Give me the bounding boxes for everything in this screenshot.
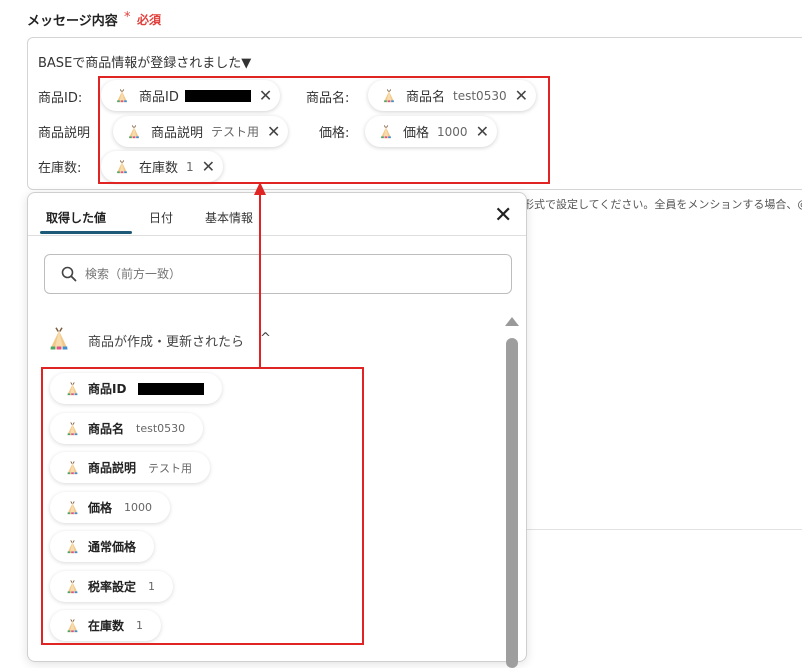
scrollbar-thumb[interactable] bbox=[506, 338, 518, 668]
tab-acquired-values[interactable]: 取得した値 bbox=[46, 209, 106, 226]
tab-divider bbox=[28, 235, 526, 236]
search-box[interactable] bbox=[44, 254, 512, 294]
tab-underline bbox=[40, 231, 132, 234]
editor-label-product-id: 商品ID: bbox=[38, 91, 83, 106]
close-icon[interactable]: ✕ bbox=[494, 205, 512, 227]
editor-line-1: BASEで商品情報が登録されました▼ bbox=[38, 56, 252, 71]
tab-date[interactable]: 日付 bbox=[149, 209, 173, 226]
editor-label-stock: 在庫数: bbox=[38, 161, 82, 176]
highlight-box-editor bbox=[98, 76, 550, 184]
tent-icon bbox=[48, 327, 70, 351]
section-title: 商品が作成・更新されたら bbox=[88, 335, 245, 350]
highlight-box-list bbox=[41, 367, 364, 645]
divider bbox=[523, 529, 802, 530]
required-asterisk: * bbox=[124, 10, 131, 25]
hint-text: 形式で設定してください。全員をメンションする場合、@ev bbox=[523, 198, 802, 211]
scroll-up-arrow-icon[interactable] bbox=[505, 317, 519, 326]
message-content-label: メッセージ内容 bbox=[27, 14, 118, 29]
search-input[interactable] bbox=[85, 267, 465, 281]
tab-basic-info[interactable]: 基本情報 bbox=[205, 209, 253, 226]
arrow-up-icon bbox=[254, 182, 266, 368]
search-icon bbox=[61, 266, 77, 282]
required-text: 必須 bbox=[137, 13, 162, 27]
editor-label-product-desc: 商品説明 bbox=[38, 126, 91, 141]
